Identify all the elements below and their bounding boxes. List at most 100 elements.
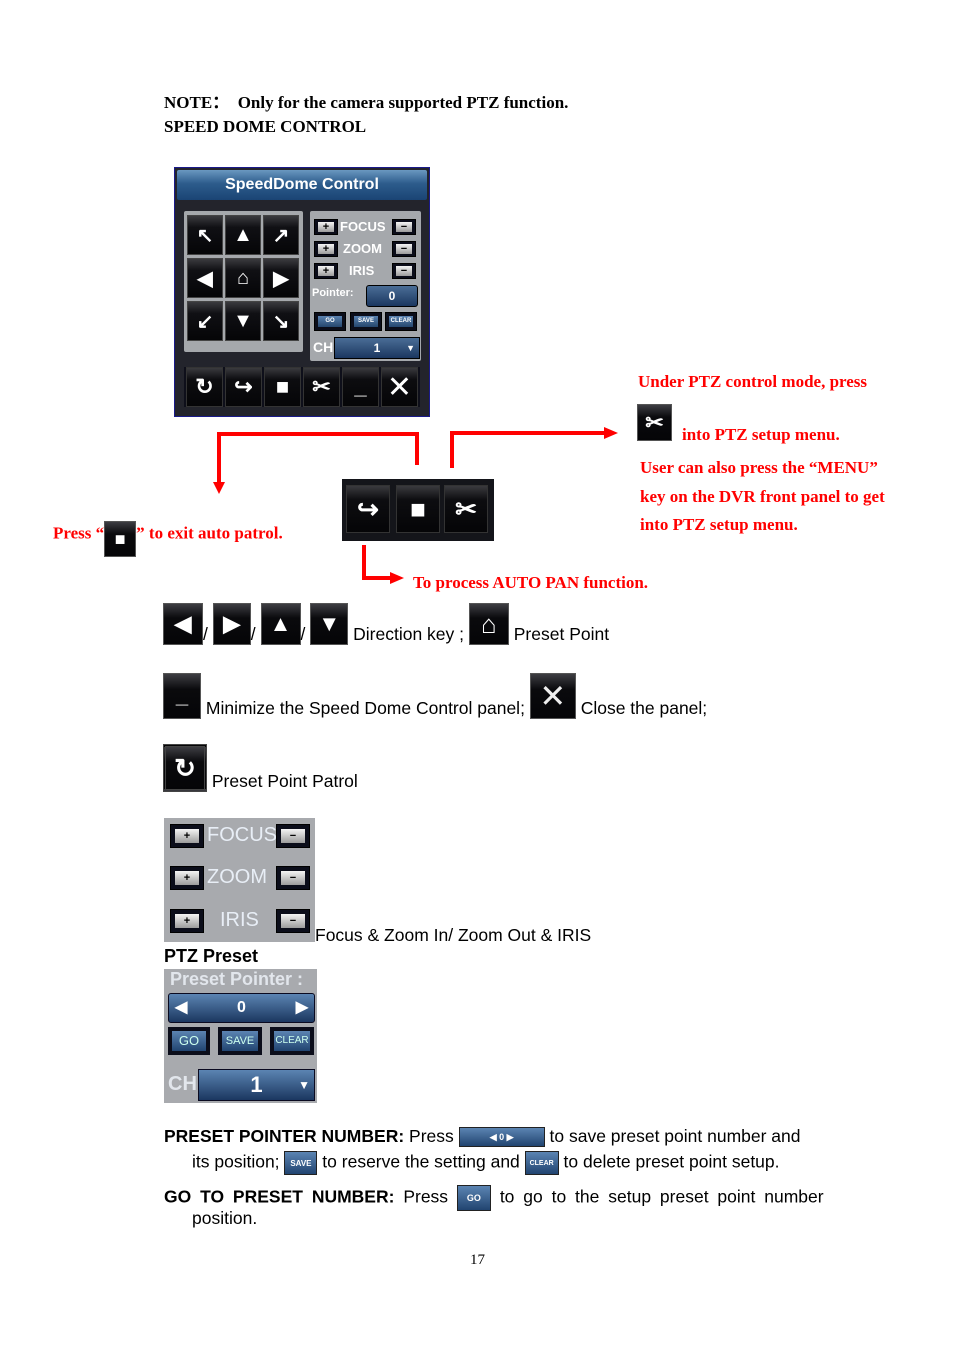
arrow-right-button[interactable]: ▶	[263, 258, 299, 298]
channel-select: 1 ▼	[198, 1069, 315, 1101]
direction-key-text: Direction key ;	[353, 624, 464, 644]
home-button[interactable]: ⌂	[225, 258, 261, 298]
plus-icon: +	[175, 829, 199, 843]
ptz-preset-image: Preset Pointer : ◀ 0 ▶ GO SAVE CLEAR CH …	[164, 969, 317, 1103]
patrol-button[interactable]: ↻	[186, 367, 223, 407]
arrow-up-icon: ▲	[233, 223, 253, 246]
arrow-down-left-button[interactable]: ↙	[187, 301, 223, 341]
arrow-up-right-button[interactable]: ↗	[263, 215, 299, 255]
auto-pan-button[interactable]: ↪	[225, 367, 262, 407]
pointer-value: 0	[388, 289, 396, 303]
desc-text: to go to the setup preset point number	[499, 1186, 824, 1207]
minus-icon: −	[281, 871, 305, 885]
channel-select[interactable]: 1 ▼	[334, 337, 420, 359]
arrow-down-button[interactable]: ▼	[225, 301, 261, 341]
panel-title: SpeedDome Control	[177, 170, 427, 200]
desc-text: to delete preset point setup.	[563, 1151, 780, 1172]
arrow-down-icon: ▼	[233, 309, 253, 332]
focus-label: FOCUS	[207, 824, 277, 846]
save-button: SAVE	[218, 1027, 262, 1055]
patrol-icon: ↻	[163, 744, 207, 792]
go-button[interactable]: GO	[314, 312, 346, 331]
minimize-icon: _	[163, 673, 201, 719]
arrow-down-icon: ▼	[310, 603, 349, 645]
auto-pan-button[interactable]: ↪	[346, 485, 390, 533]
direction-legend: ◀ / ▶ / ▲ / ▼ Direction key ; ⌂ Preset Poin…	[163, 603, 609, 647]
lens-control-pad: + FOCUS − + ZOOM − + IRIS − Pointer: 0 G…	[310, 211, 421, 361]
minus-icon: −	[396, 266, 412, 277]
chevron-left-icon: ◀	[175, 999, 188, 1016]
clear-button[interactable]: CLEAR	[385, 312, 417, 331]
go-to-preset-desc-cont: position.	[192, 1208, 258, 1228]
desc-text: its position;	[192, 1151, 280, 1172]
clear-icon: CLEAR	[524, 1151, 559, 1175]
tools-icon: ✂	[455, 493, 477, 524]
focus-plus-button[interactable]: +	[314, 219, 338, 235]
auto-pan-callout: To process AUTO PAN function.	[413, 573, 649, 592]
zoom-plus-button[interactable]: +	[314, 241, 338, 257]
close-button[interactable]: ✕	[381, 367, 418, 407]
arrow-left-icon: ◀	[163, 603, 203, 645]
minus-icon: −	[396, 244, 412, 255]
plus-icon: +	[175, 871, 199, 885]
arrow-head-down	[213, 482, 225, 494]
zoom-label: ZOOM	[207, 866, 267, 888]
iris-label: IRIS	[349, 263, 375, 278]
stop-icon: ■	[104, 521, 137, 557]
save-button[interactable]: SAVE	[350, 312, 382, 331]
connector-line	[217, 432, 419, 436]
clear-label: CLEAR	[389, 316, 413, 327]
chevron-down-icon: ▼	[298, 1078, 310, 1092]
arrow-up-button[interactable]: ▲	[225, 215, 261, 255]
stop-button[interactable]: ■	[264, 367, 301, 407]
minus-icon: −	[281, 829, 305, 843]
clear-label: CLEAR	[274, 1031, 310, 1051]
chevron-down-icon: ▼	[406, 343, 415, 353]
chevron-right-icon: ▶	[295, 999, 308, 1016]
arrow-left-button[interactable]: ◀	[187, 258, 223, 298]
stop-icon: ■	[410, 493, 426, 524]
arrow-up-icon: ▲	[260, 603, 301, 645]
panel-toolbar: ↻ ↪ ■ ✂ _ ✕	[184, 367, 420, 407]
minimize-close-legend: _ Minimize the Speed Dome Control panel;…	[163, 673, 707, 719]
arrow-up-left-button[interactable]: ↖	[187, 215, 223, 255]
close-icon: ✕	[386, 370, 413, 404]
press-text: Press	[409, 1126, 454, 1146]
arrow-down-right-button[interactable]: ↘	[263, 301, 299, 341]
focus-minus-button[interactable]: −	[392, 219, 416, 235]
connector-line	[415, 432, 419, 465]
arrow-head-right	[390, 572, 404, 584]
patrol-legend: ↻ Preset Point Patrol	[163, 744, 358, 792]
iris-plus-button: +	[170, 909, 204, 933]
note-text: Only for the camera supported PTZ functi…	[237, 93, 569, 112]
close-icon: ✕	[529, 673, 576, 719]
direction-pad: ↖ ▲ ↗ ◀ ⌂ ▶ ↙ ▼ ↘	[184, 211, 303, 352]
exit-suffix: ” to exit auto patrol.	[136, 523, 283, 543]
minimize-button[interactable]: _	[342, 367, 379, 407]
auto-pan-icon: ↪	[357, 493, 379, 524]
arrow-head-right	[604, 427, 618, 439]
iris-minus-button[interactable]: −	[392, 263, 416, 279]
arrow-left-icon: ◀	[197, 267, 213, 290]
clear-button: CLEAR	[270, 1027, 314, 1055]
setup-button[interactable]: ✂	[444, 485, 488, 533]
go-icon: GO	[456, 1185, 491, 1211]
connector-line	[217, 432, 221, 482]
arrow-up-left-icon: ↖	[196, 224, 214, 247]
preset-pointer-desc-cont: its position; SAVE to reserve the settin…	[192, 1151, 780, 1175]
setup-button[interactable]: ✂	[303, 367, 340, 407]
separator: /	[300, 624, 306, 644]
arrow-right-icon: ▶	[212, 603, 251, 645]
exit-patrol-callout: Press “■” to exit auto patrol.	[53, 521, 283, 557]
focus-zoom-iris-image: + FOCUS − + ZOOM − + IRIS −	[164, 818, 315, 942]
go-label: GO	[172, 1031, 206, 1051]
zoom-label: ZOOM	[343, 241, 382, 256]
go-to-preset-label: GO TO PRESET NUMBER:	[164, 1186, 395, 1207]
close-text: Close the panel;	[580, 698, 708, 718]
plus-icon: +	[175, 914, 199, 928]
pointer-stepper[interactable]: 0	[366, 285, 418, 307]
zoom-minus-button[interactable]: −	[392, 241, 416, 257]
stop-button[interactable]: ■	[396, 485, 440, 533]
iris-plus-button[interactable]: +	[314, 263, 338, 279]
connector-line	[450, 431, 606, 435]
